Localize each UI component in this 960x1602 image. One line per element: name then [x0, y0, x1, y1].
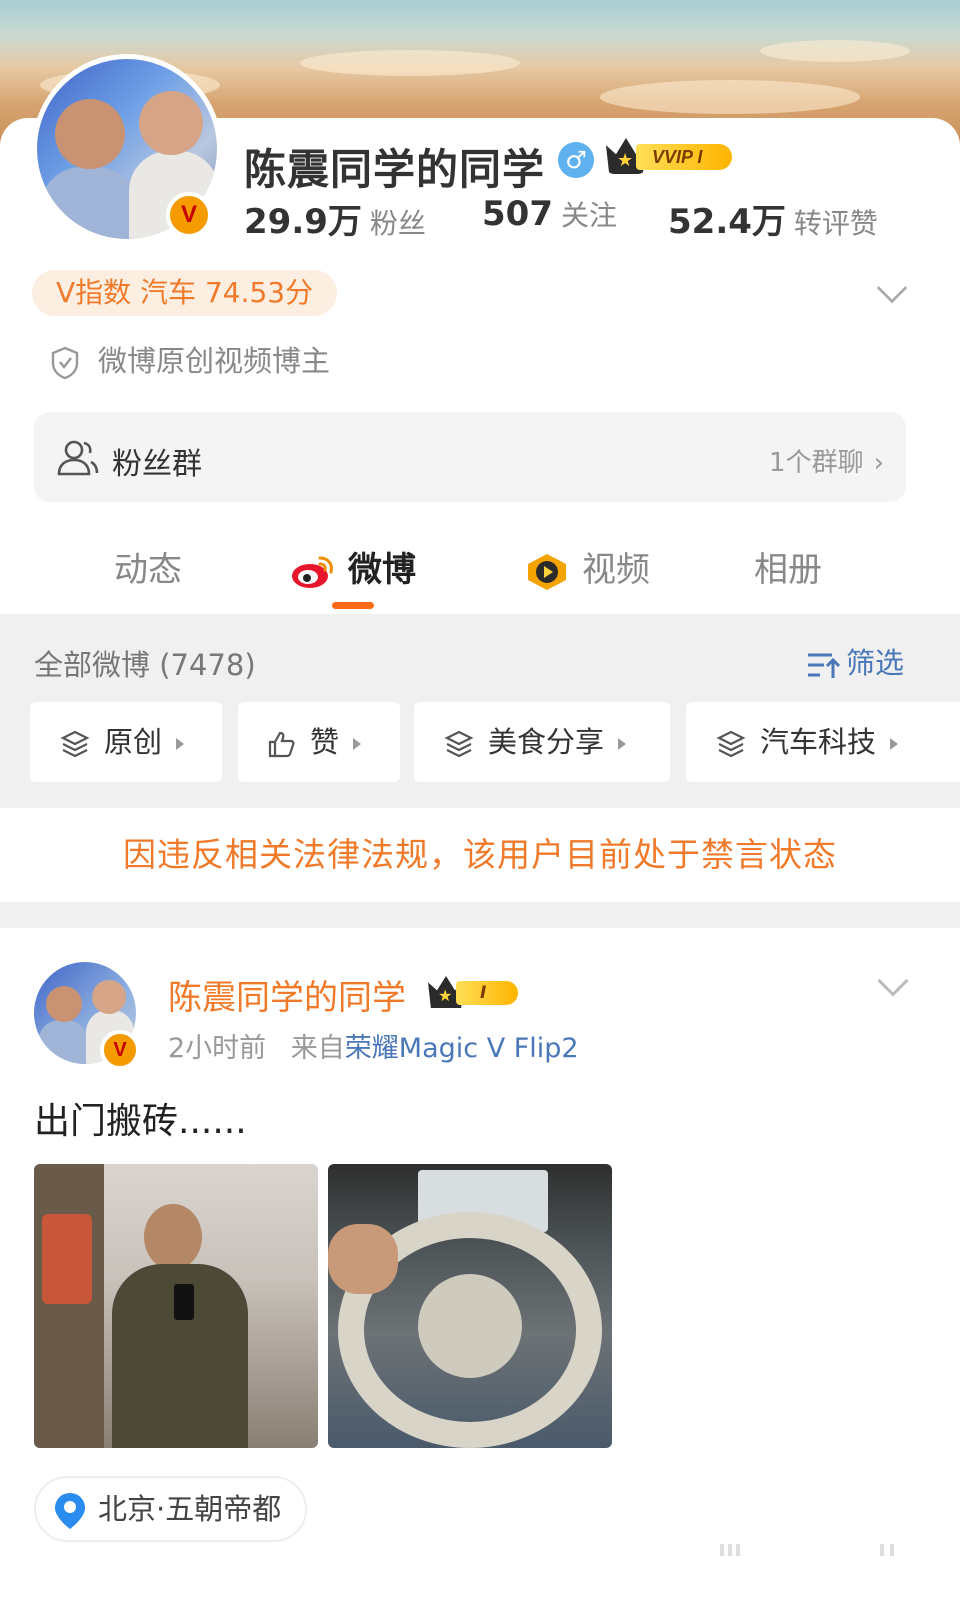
filter-icon [807, 653, 840, 678]
caret-right-icon [618, 738, 627, 750]
tab-activity[interactable]: 动态 [114, 542, 182, 591]
filter-label: 筛选 [845, 646, 904, 680]
interactions-stat[interactable]: 52.4万 转评赞 [668, 194, 878, 243]
post-time: 2小时前 [168, 1033, 267, 1064]
active-tab-indicator [332, 602, 374, 609]
filter-button[interactable]: 筛选 [806, 640, 904, 682]
chip-original-label: 原创 [104, 725, 163, 759]
video-icon [528, 553, 566, 590]
chip-liked-label: 赞 [310, 725, 340, 759]
vvip-badge[interactable]: VVIP I [606, 138, 732, 174]
location-pin-icon [55, 1493, 85, 1529]
profile-name: 陈震同学的同学 [244, 145, 546, 194]
shield-icon [51, 346, 79, 380]
layers-icon [444, 730, 474, 758]
all-posts-count: 全部微博 (7478) [34, 648, 256, 682]
v-index-badge[interactable]: V指数 汽车 74.53分 [32, 270, 338, 316]
creator-tag[interactable]: 微博原创视频博主 [50, 338, 330, 380]
fan-group-row[interactable]: 粉丝群 1个群聊 › [34, 412, 906, 502]
creator-tag-label: 微博原创视频博主 [98, 344, 331, 378]
post-source[interactable]: 荣耀Magic V Flip2 [345, 1033, 579, 1064]
chevron-right-icon: › [873, 448, 884, 478]
followers-stat[interactable]: 29.9万 粉丝 [244, 194, 426, 243]
following-count: 507 [482, 194, 553, 234]
layers-icon [716, 730, 746, 758]
fan-group-icon [57, 440, 99, 476]
ban-notice: 因违反相关法律法规，该用户目前处于禁言状态 [0, 808, 960, 902]
section-divider [0, 902, 960, 928]
chip-auto-tech-label: 汽车科技 [760, 725, 877, 759]
vip-badge[interactable]: I [428, 976, 520, 1008]
post-from-label: 来自 [290, 1033, 345, 1064]
location-label: 北京·五朝帝都 [98, 1492, 282, 1526]
chip-original[interactable]: 原创 [30, 702, 222, 782]
chip-auto-tech[interactable]: 汽车科技 [686, 702, 960, 782]
caret-right-icon [353, 738, 362, 750]
post-meta: 2小时前 来自荣耀Magic V Flip2 [168, 1026, 579, 1065]
thumbs-up-icon [268, 731, 295, 758]
tab-video[interactable]: 视频 [524, 542, 650, 592]
followers-count: 29.9万 [244, 202, 362, 242]
tab-weibo[interactable]: 微博 [290, 542, 416, 591]
filter-area: 全部微博 (7478) 筛选 原创 赞 美食分享 汽车科技 [0, 614, 960, 808]
chip-liked[interactable]: 赞 [238, 702, 400, 782]
interactions-count: 52.4万 [668, 202, 786, 242]
caret-right-icon [890, 738, 899, 750]
followers-label: 粉丝 [369, 207, 426, 240]
chevron-down-icon[interactable] [877, 965, 909, 997]
weibo-logo-icon [292, 556, 333, 588]
tab-album[interactable]: 相册 [754, 542, 822, 591]
interactions-label: 转评赞 [793, 207, 878, 240]
chip-food-label: 美食分享 [488, 725, 605, 759]
chip-food[interactable]: 美食分享 [414, 702, 670, 782]
male-gender-icon: ♂ [558, 142, 594, 178]
system-nav-bar-icon [720, 1544, 894, 1556]
caret-right-icon [176, 738, 185, 750]
verified-badge-icon: V [100, 1030, 140, 1070]
layers-icon [60, 730, 90, 758]
post-card[interactable]: V 陈震同学的同学 I 2小时前 来自荣耀Magic V Flip2 出门搬砖.… [0, 928, 960, 1602]
location-tag[interactable]: 北京·五朝帝都 [34, 1476, 308, 1542]
post-author-name[interactable]: 陈震同学的同学 [168, 970, 406, 1019]
following-stat[interactable]: 507 关注 [482, 194, 617, 234]
fan-group-count: 1个群聊 › [769, 448, 884, 478]
post-text: 出门搬砖...... [34, 1101, 247, 1142]
profile-tabs: 动态 微博 视频 相册 [0, 520, 960, 612]
tab-video-label: 视频 [582, 550, 650, 590]
verified-badge-icon: V [166, 192, 212, 238]
tab-weibo-label: 微博 [348, 550, 416, 590]
fan-group-label: 粉丝群 [112, 447, 202, 482]
post-image-2[interactable] [328, 1164, 612, 1448]
following-label: 关注 [560, 199, 617, 232]
post-image-1[interactable] [34, 1164, 318, 1448]
